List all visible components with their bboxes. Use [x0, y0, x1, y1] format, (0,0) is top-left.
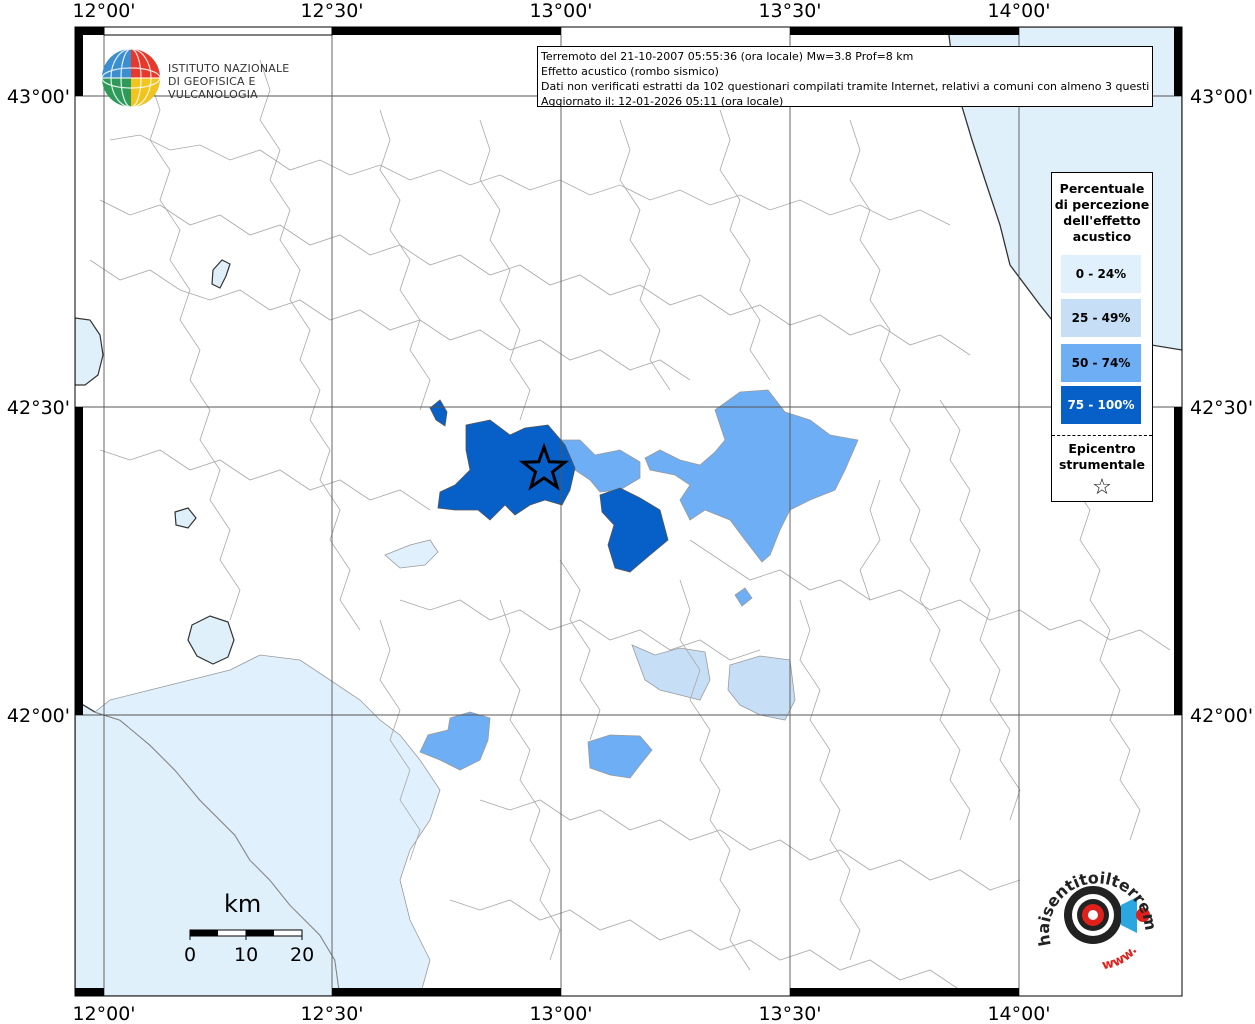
lon-tick-label: 12°00': [72, 0, 135, 22]
lon-tick-labels-bottom: 12°00' 12°30' 13°00' 13°30' 14°00': [72, 1003, 1050, 1024]
logo-line-1: ISTITUTO NAZIONALE: [168, 62, 290, 75]
hst-logo: haisentitoilterremoto.it www.: [1028, 840, 1163, 985]
scale-label: 20: [290, 944, 315, 966]
scale-label: 0: [184, 944, 197, 966]
lon-tick-labels-top: 12°00' 12°30' 13°00' 13°30' 14°00': [72, 0, 1050, 22]
legend: Percentuale di percezione dell'effetto a…: [1051, 172, 1153, 502]
lat-tick-labels-right: 43°00' 42°30' 42°00': [1190, 86, 1253, 727]
legend-epicenter-label: Epicentro strumentale: [1052, 441, 1152, 473]
lon-tick-label: 13°30': [758, 1003, 821, 1024]
lat-tick-label: 42°30': [1190, 397, 1253, 419]
ingv-logo: ISTITUTO NAZIONALE DI GEOFISICA E VULCAN…: [100, 46, 340, 110]
scale-label: 10: [234, 944, 259, 966]
hst-text-bottom: www.: [1101, 943, 1141, 973]
lat-tick-label: 42°30': [7, 397, 70, 419]
legend-title-line: di percezione: [1054, 197, 1150, 212]
legend-title-line: acustico: [1072, 229, 1132, 244]
info-effect: Effetto acustico (rombo sismico): [541, 65, 719, 78]
lon-tick-label: 13°00': [529, 1003, 592, 1024]
scale-bar: km 0 10 20: [180, 890, 320, 970]
legend-title-line: Percentuale: [1059, 181, 1145, 196]
lat-tick-labels-left: 43°00' 42°30' 42°00': [7, 86, 70, 727]
lon-tick-label: 12°30': [300, 1003, 363, 1024]
lon-tick-label: 12°30': [300, 0, 363, 22]
legend-class-75-100: 75 - 100%: [1061, 386, 1141, 424]
lon-tick-label: 14°00': [987, 0, 1050, 22]
info-event: Terremoto del 21-10-2007 05:55:36 (ora l…: [541, 50, 914, 63]
scale-bar-graphic: [189, 929, 303, 940]
svg-text:www.: www.: [1101, 943, 1141, 973]
legend-class-0-24: 0 - 24%: [1061, 255, 1141, 293]
lat-tick-label: 43°00': [1190, 86, 1253, 108]
lon-tick-label: 12°00': [72, 1003, 135, 1024]
lon-tick-label: 13°00': [529, 0, 592, 22]
legend-separator: [1052, 435, 1152, 436]
legend-class-50-74: 50 - 74%: [1061, 344, 1141, 382]
lat-tick-label: 42°00': [7, 705, 70, 727]
star-icon: ☆: [1092, 475, 1112, 500]
loudspeaker-icon: haisentitoilterremoto.it www.: [1028, 840, 1161, 973]
legend-title: Percentuale di percezione dell'effetto a…: [1052, 181, 1152, 245]
logo-line-2: DI GEOFISICA E VULCANOLOGIA: [168, 75, 258, 101]
legend-class-25-49: 25 - 49%: [1061, 299, 1141, 337]
lat-tick-label: 42°00': [1190, 705, 1253, 727]
scale-unit-label: km: [224, 890, 262, 918]
info-updated: Aggiornato il: 12-01-2026 05:11 (ora loc…: [541, 95, 784, 108]
info-data-note: Dati non verificati estratti da 102 ques…: [541, 80, 1149, 93]
lon-tick-label: 14°00': [987, 1003, 1050, 1024]
legend-epicenter-line: Epicentro: [1068, 441, 1136, 456]
legend-epicenter-line: strumentale: [1058, 457, 1146, 472]
lon-tick-label: 13°30': [758, 0, 821, 22]
ingv-globe-icon: [101, 48, 161, 108]
legend-title-line: dell'effetto: [1063, 213, 1141, 228]
lat-tick-label: 43°00': [7, 86, 70, 108]
earthquake-info-box: Terremoto del 21-10-2007 05:55:36 (ora l…: [537, 46, 1153, 108]
